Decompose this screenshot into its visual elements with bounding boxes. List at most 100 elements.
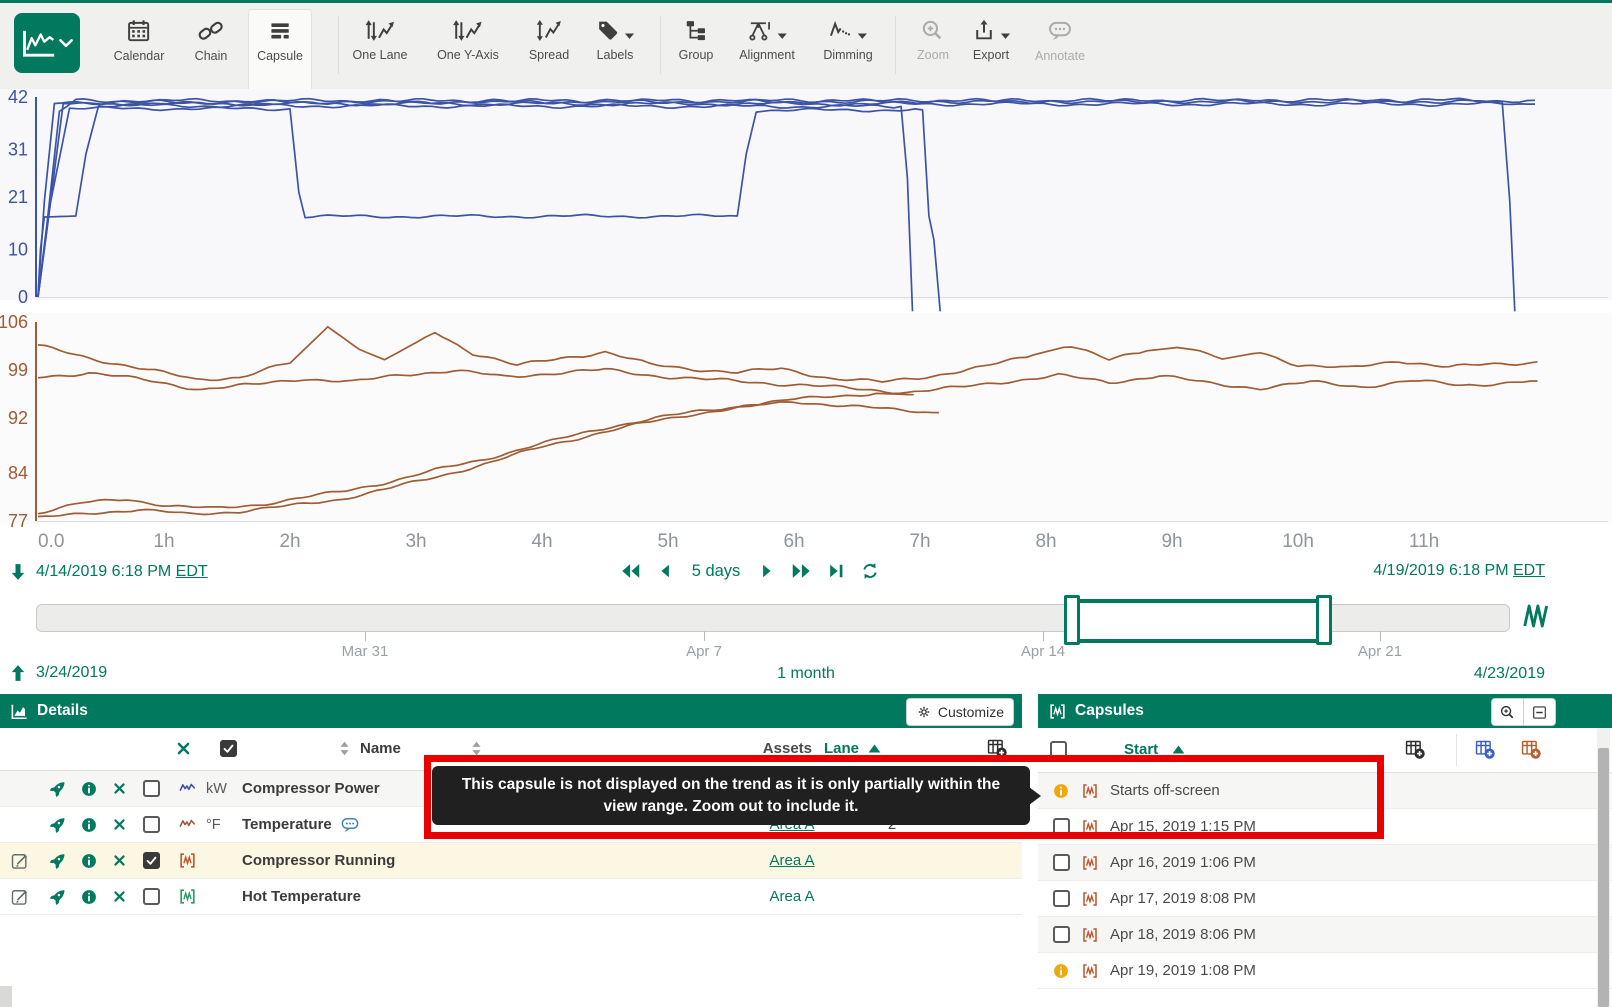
details-panel-header: Details Customize [0, 694, 1022, 728]
capsule-checkbox[interactable] [1053, 890, 1070, 907]
details-panel: Details Customize Name Assets Lane [0, 694, 1022, 1007]
toolbar-divider [660, 16, 661, 74]
details-row-hot-temperature[interactable]: Hot Temperature Area A [0, 879, 1022, 915]
capsule-row[interactable]: Apr 18, 2019 8:06 PM [1038, 917, 1612, 953]
add-signal-column-icon[interactable] [1474, 738, 1496, 760]
range-end-date[interactable]: 4/23/2019 [1474, 665, 1545, 682]
zoom-to-capsule-button[interactable] [1491, 698, 1524, 726]
investigate-range-end[interactable]: 4/23/2019 [1474, 665, 1545, 683]
date-scrubber-selection[interactable] [1070, 599, 1330, 643]
pan-left-button[interactable] [656, 561, 676, 581]
rocket-icon[interactable] [40, 888, 74, 906]
step-to-end-button[interactable] [826, 561, 846, 581]
rocket-icon[interactable] [40, 780, 74, 798]
alignment-icon [747, 18, 773, 43]
remove-icon[interactable] [104, 889, 134, 904]
toolbar-button-spread[interactable]: Spread [521, 9, 577, 92]
svg-text:7h: 7h [909, 531, 930, 552]
pan-right-button[interactable] [756, 561, 776, 581]
signal-wave-icon [168, 780, 206, 798]
remove-icon[interactable] [104, 817, 134, 832]
capsule-checkbox[interactable] [1053, 854, 1070, 871]
trend-chart[interactable]: 423121100106999284770.01h2h3h4h5h6h7h8h9… [0, 89, 1612, 556]
svg-text:84: 84 [8, 463, 28, 483]
row-checkbox[interactable] [143, 852, 160, 869]
end-datetime[interactable]: 4/19/2019 6:18 PM [1373, 562, 1508, 579]
scrubber-handle-left[interactable] [1064, 595, 1080, 645]
warning-info-icon[interactable] [1046, 962, 1076, 980]
toolbar-button-calendar[interactable]: Calendar [106, 9, 173, 92]
pan-far-right-button[interactable] [790, 560, 812, 582]
toolbar-button-label: Calendar [114, 49, 165, 63]
toolbar-button-label: Capsule [257, 49, 303, 63]
display-range-end[interactable]: 4/19/2019 6:18 PM EDT [1373, 562, 1545, 580]
remove-all-icon[interactable] [175, 740, 192, 757]
toolbar-button-label: Labels [597, 48, 634, 62]
info-icon[interactable] [74, 852, 104, 870]
remove-icon[interactable] [104, 853, 134, 868]
range-duration-label[interactable]: 1 month [777, 665, 835, 682]
scrubber-tick [1380, 631, 1381, 641]
comment-bubble-icon[interactable] [340, 815, 360, 835]
toolbar-button-dimming[interactable]: Dimming [815, 9, 880, 92]
toolbar-button-chain[interactable]: Chain [187, 9, 236, 92]
capsule-start-value: Apr 17, 2019 8:08 PM [1110, 890, 1256, 907]
rocket-icon[interactable] [40, 852, 74, 870]
scrubber-tick [1043, 631, 1044, 641]
refresh-button[interactable] [860, 561, 880, 581]
info-icon[interactable] [74, 888, 104, 906]
toolbar-button-labels[interactable]: Labels [588, 9, 643, 92]
toolbar-button-alignment[interactable]: Alignment [731, 9, 803, 92]
investigate-range-duration[interactable]: 1 month [0, 665, 1612, 683]
toolbar-button-capsule[interactable]: Capsule [248, 9, 312, 93]
display-range-start[interactable]: 4/14/2019 6:18 PM EDT [8, 562, 208, 582]
capsule-row[interactable]: Apr 19, 2019 1:08 PM [1038, 953, 1612, 989]
remove-icon[interactable] [104, 781, 134, 796]
svg-text:10: 10 [8, 239, 28, 259]
add-condition-column-icon[interactable] [1520, 738, 1542, 760]
capsule-time-icon[interactable] [1521, 601, 1551, 631]
capsules-scrollbar[interactable] [1597, 728, 1610, 1007]
asset-link[interactable]: Area A [769, 888, 814, 905]
asset-link[interactable]: Area A [769, 852, 814, 869]
sort-icon[interactable] [338, 740, 351, 757]
caret-down-icon [858, 32, 868, 43]
info-icon[interactable] [74, 780, 104, 798]
name-column-header[interactable]: Name [360, 740, 401, 757]
sort-ascending-icon[interactable] [1172, 745, 1185, 754]
row-checkbox[interactable] [143, 816, 160, 833]
timezone-link[interactable]: EDT [176, 563, 208, 580]
customize-button[interactable]: Customize [906, 698, 1014, 726]
add-column-icon[interactable] [1404, 738, 1426, 760]
details-row-compressor-running[interactable]: Compressor Running Area A [0, 843, 1022, 879]
edit-pencil-icon[interactable] [0, 851, 40, 871]
start-datetime[interactable]: 4/14/2019 6:18 PM [36, 563, 171, 580]
toolbar-button-group[interactable]: Group [671, 9, 722, 92]
rocket-icon[interactable] [40, 816, 74, 834]
row-checkbox[interactable] [143, 780, 160, 797]
scrollbar-thumb[interactable] [1598, 748, 1609, 1007]
toolbar-button-label: Group [679, 48, 714, 62]
capsule-row[interactable]: Apr 16, 2019 1:06 PM [1038, 845, 1612, 881]
info-icon[interactable] [74, 816, 104, 834]
scrubber-handle-right[interactable] [1316, 595, 1332, 645]
scrubber-tick-label: Apr 21 [1358, 643, 1402, 660]
toolbar-button-label: Annotate [1035, 49, 1085, 63]
worksheet-view-button[interactable] [14, 13, 80, 73]
pan-far-left-button[interactable] [620, 560, 642, 582]
toolbar-button-one-lane[interactable]: One Lane [345, 9, 416, 92]
timezone-link[interactable]: EDT [1513, 562, 1545, 579]
caret-down-icon [1001, 32, 1011, 43]
collapse-panel-button[interactable] [1524, 698, 1556, 726]
row-checkbox[interactable] [143, 888, 160, 905]
edit-pencil-icon[interactable] [0, 887, 40, 907]
signal-wave-icon [168, 816, 206, 834]
capsule-checkbox[interactable] [1053, 926, 1070, 943]
scrubber-tick-label: Apr 7 [686, 643, 722, 660]
select-all-checkbox[interactable] [220, 740, 237, 757]
capsule-row[interactable]: Apr 17, 2019 8:08 PM [1038, 881, 1612, 917]
toolbar-button-export[interactable]: Export [964, 9, 1019, 92]
sort-ascending-icon[interactable] [868, 744, 881, 753]
toolbar-button-one-y-axis[interactable]: One Y-Axis [429, 9, 507, 92]
duration-label[interactable]: 5 days [692, 562, 741, 581]
